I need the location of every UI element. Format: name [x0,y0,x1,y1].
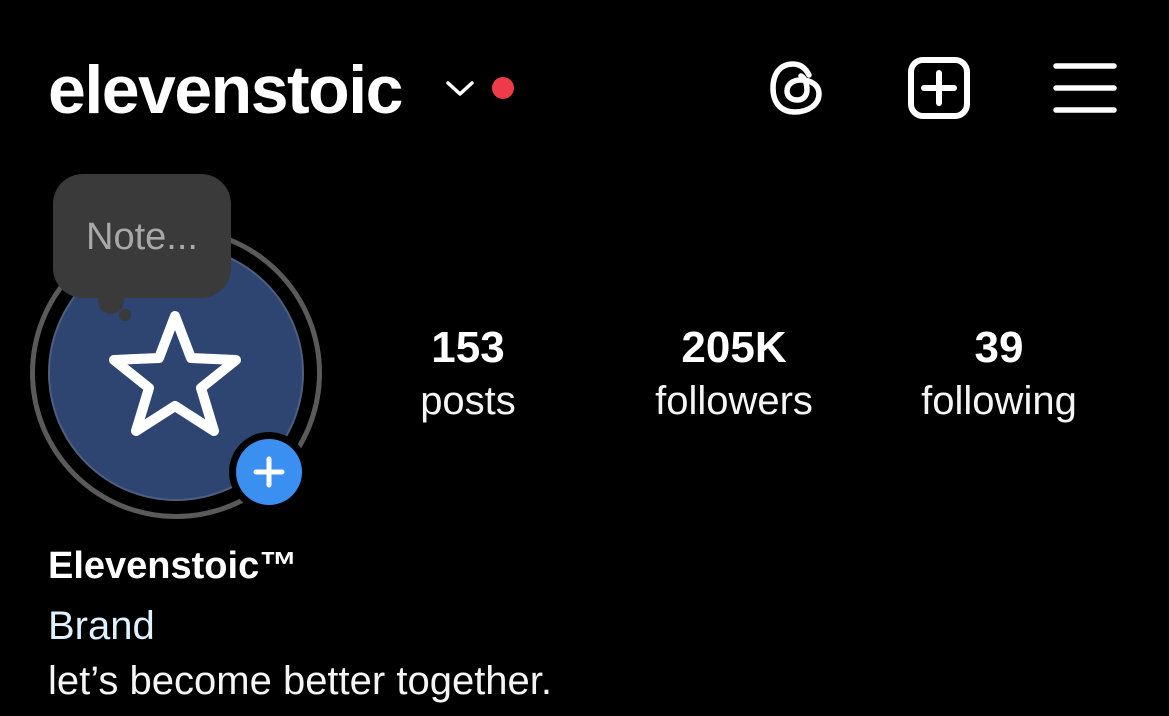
following-stat[interactable]: 39 following [869,322,1129,428]
note-placeholder: Note... [86,216,198,258]
note-bubble[interactable]: Note... [53,174,231,298]
profile-username[interactable]: elevenstoic [48,52,403,128]
chevron-down-icon[interactable] [445,79,475,99]
display-name: Elevenstoic™ [48,545,298,587]
posts-label: posts [420,379,516,423]
posts-stat[interactable]: 153 posts [338,322,598,428]
star-icon [109,311,241,436]
posts-count: 153 [431,323,505,372]
following-count: 39 [974,323,1024,372]
plus-square-icon[interactable] [907,56,971,120]
notification-dot [492,77,514,99]
category-label[interactable]: Brand [48,602,155,650]
add-story-button[interactable] [229,432,309,512]
note-bubble-tail-small [119,309,131,321]
threads-icon[interactable] [765,56,829,120]
followers-count: 205K [681,323,787,372]
following-label: following [921,379,1077,423]
plus-icon [253,456,285,488]
followers-stat[interactable]: 205K followers [604,322,864,428]
add-story-circle [236,439,302,505]
followers-label: followers [655,379,813,423]
hamburger-menu-icon[interactable] [1052,56,1118,120]
bio-text: let’s become better together. [48,659,553,703]
